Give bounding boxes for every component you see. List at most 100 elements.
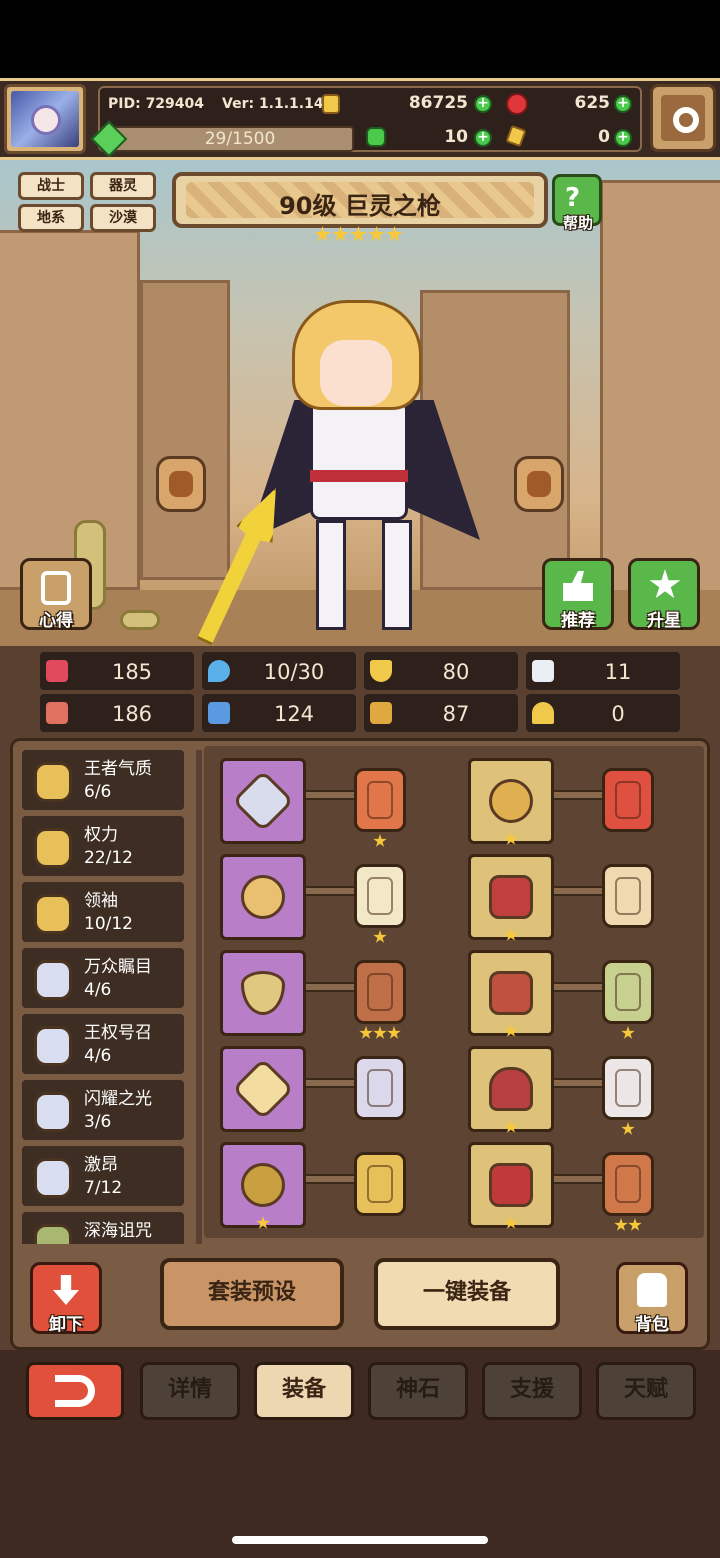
wing-icon [532, 660, 554, 682]
green-medal-icon [34, 1224, 72, 1244]
necklace-icon [241, 971, 285, 1015]
prev-hero-button[interactable] [156, 456, 206, 512]
next-hero-button[interactable] [514, 456, 564, 512]
set-bonus-list[interactable]: 王者气质 6/6 权力 22/12 领袖 10/12 万众瞩目 4/6 王权号召… [22, 750, 188, 1244]
compass-icon [241, 875, 285, 919]
silver-medal-icon [34, 1092, 72, 1132]
add-clover-button[interactable]: + [474, 129, 492, 147]
set-item[interactable]: 权力 22/12 [22, 816, 184, 876]
stat-attack: 186 [40, 694, 194, 732]
armor-rune-slot[interactable] [602, 864, 654, 928]
stat-hp: 185 [40, 652, 194, 690]
stat-speed: 11 [526, 652, 680, 690]
add-gold-button[interactable]: + [474, 95, 492, 113]
horseshoe-icon [532, 702, 554, 724]
add-key-button[interactable]: + [614, 129, 632, 147]
set-item[interactable]: 万众瞩目 4/6 [22, 948, 184, 1008]
recommend-button[interactable]: 推荐 [542, 558, 614, 631]
star-icon [649, 569, 681, 599]
tag-type: 器灵 [90, 172, 156, 200]
helmet-rune-slot[interactable] [602, 768, 654, 832]
gold-medal-icon [34, 762, 72, 802]
stat-magic: 124 [202, 694, 356, 732]
gold-medal-icon [34, 828, 72, 868]
gem-rune-slot[interactable] [354, 1056, 406, 1120]
helmet-slot[interactable] [468, 758, 554, 844]
backpack-icon [637, 1273, 667, 1307]
back-button[interactable] [26, 1362, 124, 1420]
ring-rune-slot[interactable] [354, 1152, 406, 1216]
star-up-button[interactable]: 升星 [628, 558, 700, 631]
hero-title: 90级 巨灵之枪 [279, 192, 441, 220]
unequip-button[interactable]: 卸下 [30, 1262, 102, 1335]
weapon-rune-slot[interactable] [354, 768, 406, 832]
armor-slot[interactable] [468, 854, 554, 940]
ring-slot[interactable] [220, 1142, 306, 1228]
question-icon: ? [565, 183, 581, 213]
boots-slot[interactable] [468, 1142, 554, 1228]
set-item[interactable]: 激昂 7/12 [22, 1146, 184, 1206]
gold-medal-icon [34, 894, 72, 934]
gloves-rune-slot[interactable] [602, 960, 654, 1024]
amulet-rune-slot[interactable] [354, 864, 406, 928]
help-label: 帮助 [562, 214, 593, 232]
tag-terrain: 沙漠 [90, 204, 156, 232]
notes-icon [41, 571, 71, 605]
tab-talent[interactable]: 天赋 [596, 1362, 696, 1420]
hero-title-banner: 90级 巨灵之枪 [172, 172, 548, 228]
home-indicator[interactable] [232, 1536, 488, 1544]
necklace-slot[interactable] [220, 950, 306, 1036]
clover-amount: 10 [444, 127, 468, 147]
settings-button[interactable] [650, 84, 716, 152]
status-bar [0, 0, 720, 78]
boots-icon [489, 1163, 533, 1207]
add-ruby-button[interactable]: + [614, 95, 632, 113]
tab-equipment[interactable]: 装备 [254, 1362, 354, 1420]
silver-medal-icon [34, 960, 72, 1000]
ruby-amount: 625 [574, 93, 611, 113]
amulet-slot[interactable] [220, 854, 306, 940]
set-item[interactable]: 领袖 10/12 [22, 882, 184, 942]
boot-icon [370, 702, 392, 724]
weapon-slot[interactable] [220, 758, 306, 844]
belt-rune-slot[interactable] [602, 1056, 654, 1120]
tab-godstone[interactable]: 神石 [368, 1362, 468, 1420]
tab-support[interactable]: 支援 [482, 1362, 582, 1420]
star-icon [314, 226, 331, 242]
set-item[interactable]: 王权号召 4/6 [22, 1014, 184, 1074]
notes-button[interactable]: 心得 [20, 558, 92, 631]
auto-equip-button[interactable]: 一键装备 [374, 1258, 560, 1330]
star-up-label: 升星 [647, 611, 681, 631]
recommend-label: 推荐 [561, 611, 595, 631]
bag-button[interactable]: 背包 [616, 1262, 688, 1335]
stat-mana: 10/30 [202, 652, 356, 690]
star-icon [368, 226, 385, 242]
tab-details[interactable]: 详情 [140, 1362, 240, 1420]
necklace-rune-slot[interactable] [354, 960, 406, 1024]
belt-slot[interactable] [468, 1046, 554, 1132]
hero-star-rating [314, 226, 406, 244]
heart-icon [46, 660, 68, 682]
avatar [11, 91, 79, 147]
player-avatar-button[interactable] [4, 84, 86, 154]
energy-value: 29/1500 [204, 129, 276, 149]
shield-icon [370, 660, 392, 682]
set-preset-button[interactable]: 套装预设 [160, 1258, 344, 1330]
armor-icon [489, 875, 533, 919]
star-icon [621, 1122, 635, 1135]
tag-class: 战士 [18, 172, 84, 200]
silver-medal-icon [34, 1026, 72, 1066]
gem-slot[interactable] [220, 1046, 306, 1132]
clover-icon [366, 127, 386, 147]
boots-rune-slot[interactable] [602, 1152, 654, 1216]
set-item[interactable]: 闪耀之光 3/6 [22, 1080, 184, 1140]
gold-coin-icon [322, 94, 340, 114]
set-item[interactable]: 王者气质 6/6 [22, 750, 184, 810]
list-divider [196, 750, 202, 1244]
star-icon [621, 1026, 635, 1039]
arrow-right-icon [527, 471, 551, 497]
gold-amount: 86725 [408, 93, 468, 113]
gear-icon [673, 107, 699, 133]
set-item[interactable]: 深海诅咒 [22, 1212, 184, 1244]
gloves-slot[interactable] [468, 950, 554, 1036]
